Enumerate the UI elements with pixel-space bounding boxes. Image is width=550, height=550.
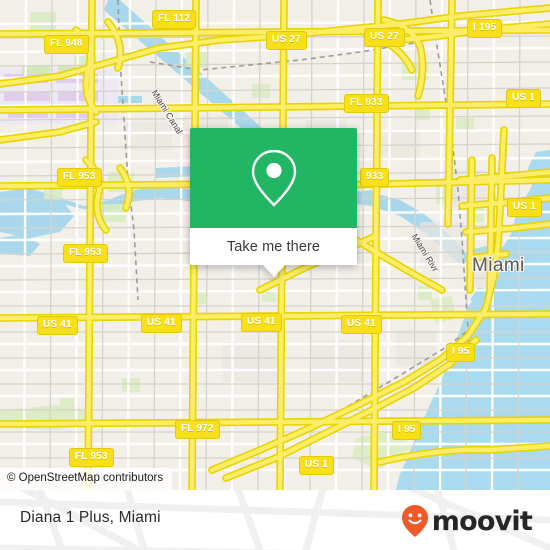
road-shield: FL 953 <box>69 448 114 467</box>
road-shield: US 1 <box>299 456 335 475</box>
road-shield: US 41 <box>141 314 182 333</box>
road-shield: US 1 <box>506 89 542 108</box>
road-shield: 933 <box>360 168 390 187</box>
popup-pointer-tail <box>261 264 286 277</box>
destination-popup-card[interactable]: Take me there <box>190 128 357 277</box>
road-shield: I 95 <box>446 343 476 362</box>
road-shield: US 1 <box>507 198 543 217</box>
road-shield: FL 112 <box>152 10 197 29</box>
road-shield: FL 933 <box>344 94 389 113</box>
popup-cta-area[interactable]: Take me there <box>190 228 357 265</box>
road-shield: US 27 <box>364 28 405 47</box>
moovit-smiley-pin-icon <box>401 505 428 537</box>
road-shield: US 27 <box>266 31 307 50</box>
road-shield: US 41 <box>241 313 282 332</box>
moovit-map-screenshot: FL 112 FL 948 US 27 US 27 I 195 FL 933 US 1 FL … <box>0 0 550 550</box>
footer-bar: Diana 1 Plus, Miami moovit <box>0 490 550 550</box>
road-shield: FL 953 <box>57 168 102 187</box>
popup-image-area <box>190 128 357 228</box>
road-shield: US 41 <box>37 316 78 335</box>
map-pin-icon <box>251 149 296 207</box>
osm-attribution[interactable]: © OpenStreetMap contributors <box>0 468 173 490</box>
road-shield: I 195 <box>467 19 503 38</box>
moovit-logo[interactable]: moovit <box>400 504 533 538</box>
road-shield: I 95 <box>392 421 422 440</box>
map-label-miami-city: Miami <box>472 255 525 276</box>
road-shield: FL 948 <box>44 35 89 54</box>
moovit-wordmark: moovit <box>431 505 533 537</box>
road-shield: US 41 <box>341 315 382 334</box>
place-title: Diana 1 Plus, Miami <box>20 509 161 526</box>
road-shield: FL 953 <box>63 244 108 263</box>
map-canvas[interactable]: FL 112 FL 948 US 27 US 27 I 195 FL 933 US 1 FL … <box>0 0 550 490</box>
take-me-there-label: Take me there <box>226 238 321 255</box>
road-shield: FL 972 <box>175 420 220 439</box>
